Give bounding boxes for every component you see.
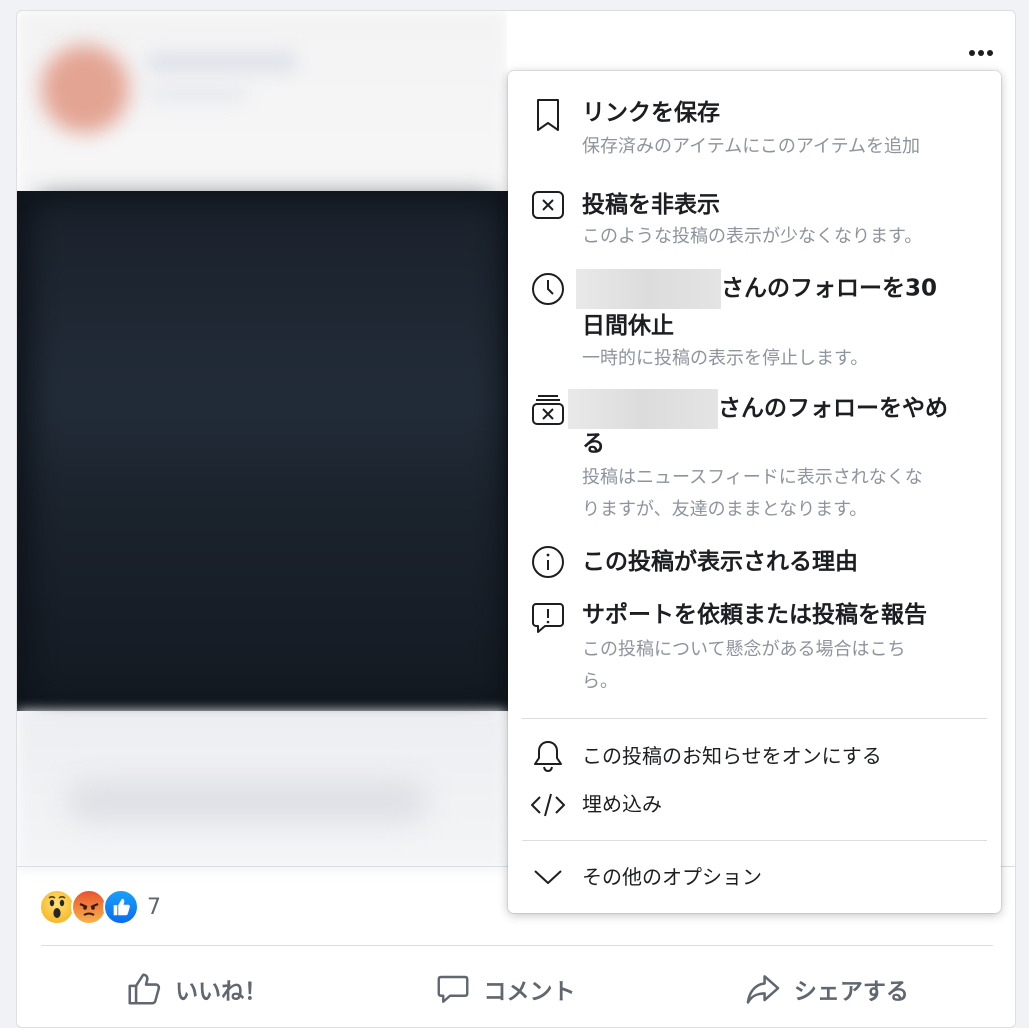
title-text: さんのフォローを30 — [721, 275, 938, 302]
menu-item-hide-post[interactable]: 投稿を非表示 このような投稿の表示が少なくなります。 — [508, 179, 1001, 259]
menu-item-unfollow[interactable]: さんのフォローをやめ る 投稿はニュースフィードに表示されなくな りますが、友達… — [508, 383, 1001, 529]
menu-item-title-continued: る — [582, 431, 605, 457]
menu-item-title: リンクを保存 — [582, 100, 720, 126]
menu-item-more-options[interactable]: その他のオプション — [508, 857, 1001, 897]
menu-item-why-seeing[interactable]: この投稿が表示される理由 — [508, 539, 1001, 585]
menu-item-description-continued: りますが、友達のままとなります。 — [582, 499, 868, 520]
menu-item-description: 一時的に投稿の表示を停止します。 — [582, 348, 869, 369]
menu-item-description-continued: ら。 — [582, 671, 618, 692]
menu-item-description: このような投稿の表示が少なくなります。 — [582, 226, 923, 247]
link-preview-text-blurred — [67, 781, 427, 821]
report-icon — [528, 598, 568, 638]
menu-item-title: サポートを依頼または投稿を報告 — [582, 602, 927, 628]
bookmark-icon — [528, 95, 568, 135]
comment-icon — [438, 975, 469, 1003]
close-box-icon — [528, 185, 568, 225]
angry-reaction-icon — [71, 889, 107, 925]
menu-item-save-link[interactable]: リンクを保存 保存済みのアイテムにこのアイテムを追加 — [508, 89, 1001, 169]
menu-item-label: 埋め込み — [582, 792, 662, 816]
comment-label: コメント — [483, 979, 576, 1005]
share-button[interactable]: シェアする — [714, 964, 939, 1014]
menu-item-description: 保存済みのアイテムにこのアイテムを追加 — [582, 136, 921, 157]
thumbs-up-icon — [128, 973, 161, 1005]
menu-divider — [522, 840, 987, 841]
avatar — [41, 45, 129, 133]
author-name-blurred — [147, 51, 297, 73]
chevron-down-icon — [528, 857, 568, 897]
menu-item-label: その他のオプション — [582, 865, 762, 889]
menu-item-snooze[interactable]: さんのフォローを30 日間休止 一時的に投稿の表示を停止します。 — [508, 263, 1001, 373]
code-icon — [528, 785, 568, 825]
menu-item-notifications[interactable]: この投稿のお知らせをオンにする — [508, 735, 1001, 777]
clock-icon — [528, 269, 568, 309]
reactions-summary[interactable]: 7 — [39, 887, 161, 927]
post-media-blurred[interactable] — [31, 201, 501, 701]
bell-icon — [528, 736, 568, 776]
menu-item-description: この投稿について懸念がある場合はこち — [582, 639, 906, 660]
menu-item-title: さんのフォローをやめ — [568, 389, 948, 429]
more-options-button[interactable] — [963, 41, 999, 65]
redacted-name — [568, 389, 718, 429]
share-icon — [746, 975, 780, 1004]
dot-icon — [978, 50, 984, 56]
wow-reaction-icon — [39, 889, 75, 925]
like-button[interactable]: いいね！ — [95, 964, 297, 1014]
post-options-menu: リンクを保存 保存済みのアイテムにこのアイテムを追加 投稿を非表示 このような投… — [508, 71, 1001, 913]
dot-icon — [969, 50, 975, 56]
reaction-count[interactable]: 7 — [147, 895, 161, 920]
menu-item-title: さんのフォローを30 — [576, 269, 937, 309]
like-reaction-icon — [103, 889, 139, 925]
post-meta-blurred — [147, 87, 247, 101]
post-actions: いいね！ コメント シェアする — [41, 961, 993, 1017]
info-icon — [528, 542, 568, 582]
menu-divider — [522, 718, 987, 719]
share-label: シェアする — [793, 979, 909, 1005]
menu-item-description: 投稿はニュースフィードに表示されなくな — [582, 467, 923, 488]
menu-item-embed[interactable]: 埋め込み — [508, 785, 1001, 825]
menu-item-title-continued: 日間休止 — [582, 313, 674, 339]
divider — [41, 945, 993, 946]
dot-icon — [987, 50, 993, 56]
menu-item-title: 投稿を非表示 — [582, 192, 720, 218]
unfollow-icon — [528, 389, 568, 429]
comment-button[interactable]: コメント — [405, 965, 605, 1013]
menu-item-report[interactable]: サポートを依頼または投稿を報告 この投稿について懸念がある場合はこち ら。 — [508, 595, 1001, 705]
menu-item-label: この投稿のお知らせをオンにする — [582, 744, 882, 768]
menu-item-title: この投稿が表示される理由 — [582, 549, 858, 575]
title-text: さんのフォローをやめ — [718, 395, 948, 422]
redacted-name — [576, 269, 721, 309]
like-label: いいね！ — [175, 979, 268, 1005]
